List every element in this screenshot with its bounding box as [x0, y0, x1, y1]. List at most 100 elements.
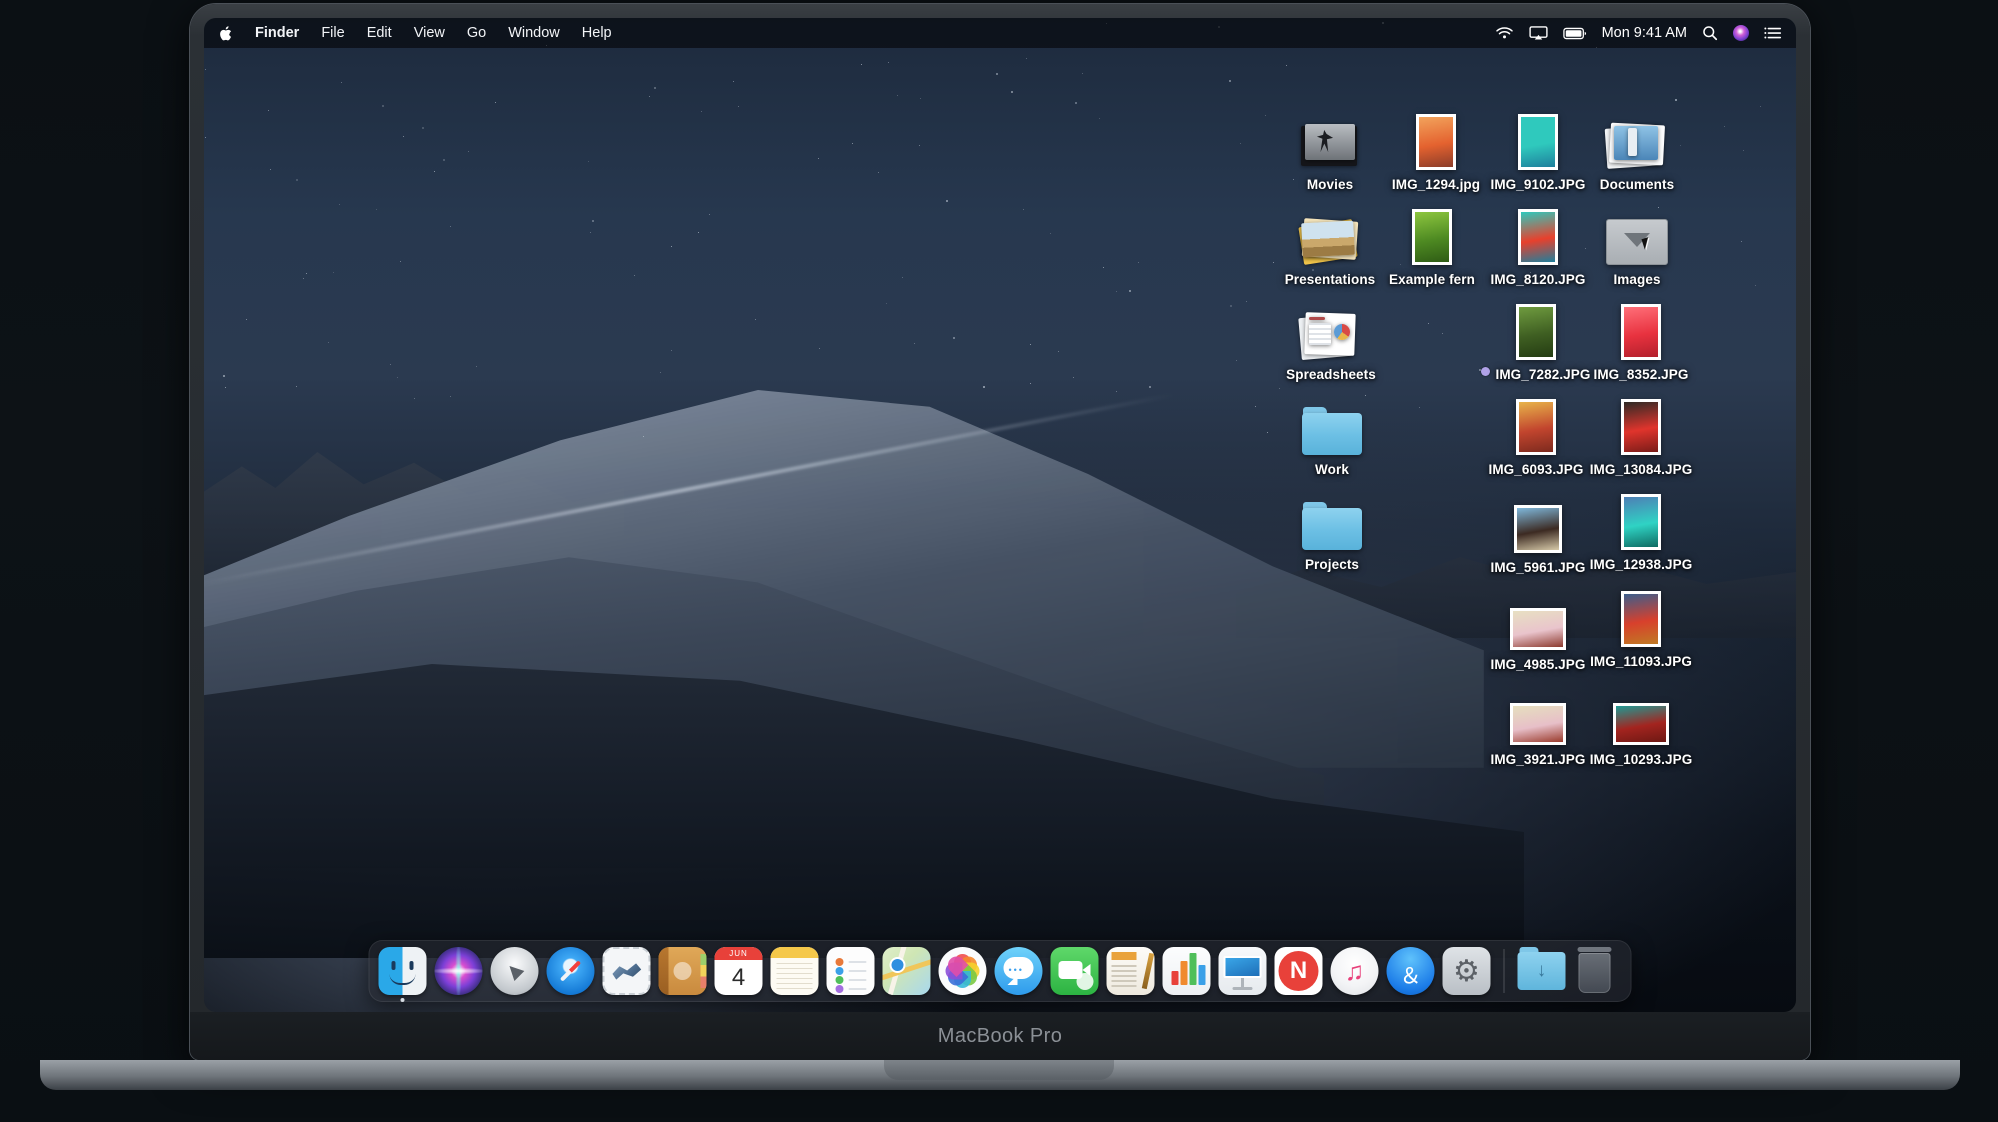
apple-logo-icon[interactable]	[218, 25, 233, 42]
desktop-icon-img-11093-jpg[interactable]: IMG_11093.JPG	[1574, 585, 1708, 669]
dock-separator	[1503, 949, 1505, 993]
mail-icon	[602, 947, 651, 995]
desktop-icon-art	[1574, 585, 1708, 647]
dock-item-downloads[interactable]: ↓	[1517, 947, 1566, 995]
dock-item-trash[interactable]	[1574, 947, 1622, 995]
desktop-icon-art	[1264, 298, 1398, 361]
dock-item-messages[interactable]: •••	[994, 947, 1043, 995]
dock-item-numbers[interactable]	[1162, 947, 1211, 995]
menu-item-go[interactable]: Go	[467, 25, 486, 41]
dock-item-calendar[interactable]: JUN 4	[714, 947, 763, 995]
desktop-icon-img-10293-jpg[interactable]: IMG_10293.JPG	[1574, 683, 1708, 767]
dock-item-reminders[interactable]	[826, 947, 875, 995]
desktop-icon-img-13084-jpg[interactable]: IMG_13084.JPG	[1574, 393, 1708, 477]
dock-item-itunes[interactable]: ♫	[1330, 947, 1379, 995]
pages-icon	[1106, 947, 1155, 995]
desktop-icon-work[interactable]: Work	[1265, 393, 1399, 477]
desktop-icon-img-12938-jpg[interactable]: IMG_12938.JPG	[1574, 488, 1708, 572]
documents-stack-icon	[1604, 118, 1668, 170]
menu-bar-clock[interactable]: Mon 9:41 AM	[1602, 25, 1687, 41]
dock-item-mail[interactable]	[602, 947, 651, 995]
desktop-icon-label: IMG_5961.JPG	[1490, 560, 1586, 575]
photo-thumbnail	[1516, 304, 1556, 360]
desktop-icon-documents[interactable]: Documents	[1570, 108, 1704, 192]
keynote-icon	[1218, 947, 1267, 995]
desktop-icon-label: Documents	[1599, 177, 1675, 192]
dock-item-contacts[interactable]	[658, 947, 707, 995]
photo-thumbnail	[1514, 505, 1562, 553]
desktop-icon-label-row: Documents	[1570, 170, 1704, 192]
dock-item-safari[interactable]	[546, 947, 595, 995]
battery-icon[interactable]	[1562, 27, 1587, 40]
reminders-icon	[826, 947, 875, 995]
desktop-icon-label-row: Projects	[1265, 550, 1399, 572]
dock-item-maps[interactable]	[882, 947, 931, 995]
photo-portrait	[1516, 304, 1556, 360]
itunes-icon: ♫	[1330, 947, 1379, 995]
desktop-icon-art	[1574, 683, 1708, 745]
dock-item-siri[interactable]	[434, 947, 483, 995]
desktop-icon-label-row: IMG_11093.JPG	[1574, 647, 1708, 669]
macbook-pro-device: Finder File Edit View Go Window Help Mon…	[190, 4, 1810, 1060]
search-icon[interactable]	[1702, 25, 1718, 41]
desktop-icon-spreadsheets[interactable]: Spreadsheets	[1264, 298, 1398, 382]
airplay-icon[interactable]	[1528, 26, 1548, 40]
photo-thumbnail	[1518, 114, 1558, 170]
desktop-icon-label: Projects	[1304, 557, 1360, 572]
menu-bar-status-items: Mon 9:41 AM	[1495, 25, 1782, 41]
wifi-icon[interactable]	[1495, 26, 1514, 40]
photo-thumbnail	[1510, 608, 1566, 650]
photo-thumbnail	[1510, 703, 1566, 745]
desktop-icon-projects[interactable]: Projects	[1265, 488, 1399, 572]
dock-item-keynote[interactable]	[1218, 947, 1267, 995]
menu-item-finder[interactable]: Finder	[255, 25, 299, 41]
dock: ▲ JUN 4 ••• N ♫ ﹠ ⚙ ↓	[368, 940, 1632, 1002]
dock-stack-list: ↓	[1517, 947, 1622, 995]
images-folder-icon	[1606, 219, 1668, 265]
control-center-icon[interactable]	[1764, 26, 1782, 40]
dock-item-finder[interactable]	[378, 947, 427, 1002]
photo-thumbnail	[1621, 304, 1661, 360]
photo-landscape	[1510, 703, 1566, 745]
dock-running-indicator	[400, 998, 405, 1002]
desktop-icon-label: Presentations	[1284, 272, 1376, 287]
spreadsheets-stack-icon	[1298, 308, 1362, 361]
desktop-icon-label-row: Work	[1265, 455, 1399, 477]
dock-item-facetime[interactable]	[1050, 947, 1099, 995]
menu-item-file[interactable]: File	[321, 25, 344, 41]
desktop-icon-art	[1265, 488, 1399, 550]
dock-item-notes[interactable]	[770, 947, 819, 995]
facetime-icon	[1050, 947, 1099, 995]
photo-thumbnail	[1621, 399, 1661, 455]
desktop-icon-label: IMG_3921.JPG	[1490, 752, 1586, 767]
desktop-icon-label: IMG_1294.jpg	[1391, 177, 1481, 192]
menu-item-help[interactable]: Help	[582, 25, 612, 41]
dock-item-photos[interactable]	[938, 947, 987, 995]
siri-icon[interactable]	[1733, 25, 1749, 41]
laptop-chin: MacBook Pro	[190, 1012, 1810, 1060]
desktop-icon-img-8352-jpg[interactable]: IMG_8352.JPG	[1574, 298, 1708, 382]
photo-thumbnail	[1516, 399, 1556, 455]
desktop-icon-images[interactable]: Images	[1570, 203, 1704, 287]
dock-item-app-store[interactable]: ﹠	[1386, 947, 1435, 995]
desktop-icon-art	[1570, 203, 1704, 265]
dock-item-news[interactable]: N	[1274, 947, 1323, 995]
app-store-icon: ﹠	[1386, 947, 1435, 995]
photo-landscape	[1613, 703, 1669, 745]
dock-item-pages[interactable]	[1106, 947, 1155, 995]
desktop-icon-art	[1265, 393, 1399, 455]
messages-icon: •••	[994, 947, 1043, 995]
dock-item-launchpad[interactable]: ▲	[490, 947, 539, 995]
display-bezel: Finder File Edit View Go Window Help Mon…	[204, 18, 1796, 1012]
device-brand-label: MacBook Pro	[937, 1024, 1063, 1047]
photo-landscape	[1510, 608, 1566, 650]
desktop-icon-label: IMG_6093.JPG	[1488, 462, 1584, 477]
dock-item-system-preferences[interactable]: ⚙	[1442, 947, 1491, 995]
safari-icon	[546, 947, 595, 995]
desktop-icon-label-row: Images	[1570, 265, 1704, 287]
menu-item-edit[interactable]: Edit	[367, 25, 392, 41]
menu-item-window[interactable]: Window	[508, 25, 560, 41]
maps-icon	[882, 947, 931, 995]
downloads-folder-icon: ↓	[1517, 947, 1566, 991]
menu-item-view[interactable]: View	[414, 25, 445, 41]
